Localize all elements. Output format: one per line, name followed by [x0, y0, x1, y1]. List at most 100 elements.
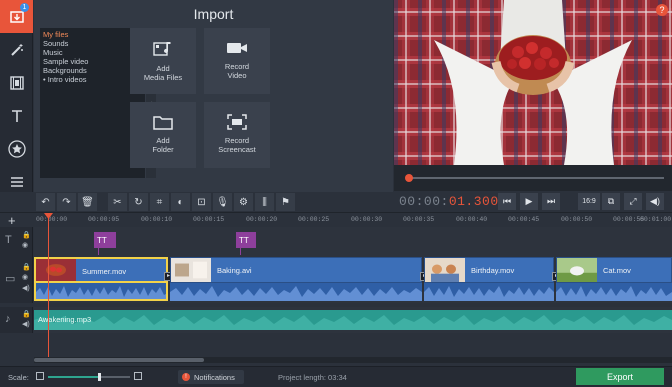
mute-icon[interactable]: ◀): [22, 284, 30, 292]
rotate-icon: ↻: [134, 196, 143, 208]
clip-thumbnail: [36, 259, 76, 281]
mute-icon[interactable]: ◀): [22, 320, 30, 328]
text-clip[interactable]: TT: [236, 232, 256, 248]
add-track-button[interactable]: +: [8, 213, 16, 228]
video-clip-cat[interactable]: Cat.mov: [556, 257, 672, 283]
notifications-button[interactable]: ! Notifications: [178, 370, 244, 384]
seek-track[interactable]: [406, 177, 664, 179]
filters-tool-button[interactable]: [0, 33, 33, 66]
audio-waveform[interactable]: [34, 283, 168, 301]
add-media-files-label: Add Media Files: [143, 64, 183, 82]
record-video-button[interactable]: Record Video: [204, 28, 270, 94]
stickers-tool-button[interactable]: [0, 132, 33, 165]
text-track-icon: T: [5, 234, 12, 246]
clip-thumbnail: [425, 258, 465, 282]
import-badge: 1: [20, 3, 29, 12]
tool-strip: 1: [0, 0, 33, 192]
aspect-ratio-button[interactable]: 16:9: [578, 193, 600, 210]
clip-name: Birthday.mov: [471, 266, 515, 275]
fullscreen-button[interactable]: ⤢: [624, 193, 642, 210]
export-button[interactable]: Export: [576, 368, 664, 385]
folder-item-music[interactable]: Music: [43, 48, 142, 57]
folder-item-sounds[interactable]: Sounds: [43, 39, 142, 48]
lock-icon[interactable]: 🔒: [22, 263, 31, 271]
eye-icon[interactable]: ◉: [22, 241, 28, 249]
clip-name: Cat.mov: [603, 266, 631, 275]
skip-back-icon: ⏮: [502, 196, 512, 206]
video-preview[interactable]: ?: [394, 0, 672, 165]
movavi-editor-window: 1 Import My files Sounds Music Sample vi…: [0, 0, 672, 387]
tick-label: 00:00:50: [561, 216, 593, 223]
crop-button[interactable]: ⌗: [150, 193, 169, 211]
equalizer-button[interactable]: ⫼: [255, 193, 274, 211]
zoom-out-icon[interactable]: [36, 372, 44, 380]
text-clip[interactable]: TT: [94, 232, 116, 248]
transitions-tool-button[interactable]: [0, 66, 33, 99]
video-clip-summer[interactable]: Summer.mov: [34, 257, 168, 283]
screen-capture-icon: [227, 114, 247, 130]
transition-wizard-button[interactable]: ⊡: [192, 193, 211, 211]
flag-icon: ⚑: [281, 196, 290, 208]
add-media-files-button[interactable]: Add Media Files: [130, 28, 196, 94]
playhead[interactable]: [48, 214, 49, 360]
folder-item-my-files[interactable]: My files: [43, 30, 142, 39]
audio-waveform[interactable]: [424, 283, 554, 301]
help-icon[interactable]: ?: [656, 4, 668, 16]
tick-label: 00:00:35: [403, 216, 435, 223]
lock-icon[interactable]: 🔒: [22, 310, 31, 318]
fullscreen-icon: ⤢: [629, 196, 637, 206]
redo-icon: ↷: [62, 196, 71, 208]
video-camera-icon: [227, 43, 247, 53]
split-button[interactable]: ✂: [108, 193, 127, 211]
next-frame-button[interactable]: ⏭: [542, 193, 560, 210]
video-track[interactable]: Summer.mov ▸ Baking.avi ▸ Birthday.mov ▸…: [34, 255, 672, 303]
timeline-ruler[interactable]: + 00:00:00 00:00:05 00:00:10 00:00:15 00…: [0, 212, 672, 228]
audio-waveform[interactable]: [556, 283, 672, 301]
seek-knob[interactable]: [404, 174, 413, 182]
transition-icon: ⊡: [197, 196, 206, 208]
more-tools-button[interactable]: [0, 165, 33, 198]
previous-frame-button[interactable]: ⏮: [498, 193, 516, 210]
scale-slider-knob[interactable]: [97, 373, 101, 381]
tick-label: 00:00:05: [88, 216, 120, 223]
gear-icon: ⚙: [239, 196, 248, 208]
folder-item-sample-video[interactable]: Sample video: [43, 57, 142, 66]
scissors-icon: ✂: [113, 196, 122, 208]
folder-item-intro-videos[interactable]: • Intro videos: [43, 75, 142, 84]
titles-tool-button[interactable]: [0, 99, 33, 132]
volume-button[interactable]: ◀): [646, 193, 664, 210]
folder-item-backgrounds[interactable]: Backgrounds: [43, 66, 142, 75]
scale-label: Scale:: [8, 373, 29, 382]
delete-button[interactable]: 🗑: [78, 193, 97, 211]
text-clip-stem: [98, 248, 99, 255]
audio-waveform[interactable]: [170, 283, 422, 301]
text-track[interactable]: TT TT: [34, 227, 672, 255]
record-audio-button[interactable]: 🎙: [213, 193, 232, 211]
lock-icon[interactable]: 🔒: [22, 231, 31, 239]
video-track-header: ▭ 🔒 ◉ ◀): [0, 255, 33, 303]
record-screencast-button[interactable]: Record Screencast: [204, 102, 270, 168]
eye-icon[interactable]: ◉: [22, 273, 28, 281]
detach-preview-button[interactable]: ⧉: [602, 193, 620, 210]
video-clip-birthday[interactable]: Birthday.mov: [424, 257, 554, 283]
music-track[interactable]: Awakening.mp3: [34, 307, 672, 333]
play-button[interactable]: ▶: [520, 193, 538, 210]
scale-slider[interactable]: [48, 376, 130, 378]
undo-button[interactable]: ↶: [36, 193, 55, 211]
rotate-button[interactable]: ↻: [129, 193, 148, 211]
preview-seekbar[interactable]: [394, 165, 672, 191]
zoom-in-icon[interactable]: [134, 372, 142, 380]
add-folder-button[interactable]: Add Folder: [130, 102, 196, 168]
tick-label: 00:00:40: [456, 216, 488, 223]
add-marker-button[interactable]: ⚑: [276, 193, 295, 211]
video-clip-baking[interactable]: Baking.avi: [170, 257, 422, 283]
timecode: 00:00:01.300: [399, 194, 499, 209]
timeline-scrollbar-thumb[interactable]: [34, 358, 204, 362]
clip-properties-button[interactable]: ⚙: [234, 193, 253, 211]
redo-button[interactable]: ↷: [57, 193, 76, 211]
timeline-scrollbar[interactable]: [34, 357, 672, 363]
import-tool-button[interactable]: 1: [0, 0, 33, 33]
tick-label: 00:00:15: [193, 216, 225, 223]
music-clip[interactable]: Awakening.mp3: [34, 310, 672, 330]
color-adjust-button[interactable]: ◐: [171, 193, 190, 211]
